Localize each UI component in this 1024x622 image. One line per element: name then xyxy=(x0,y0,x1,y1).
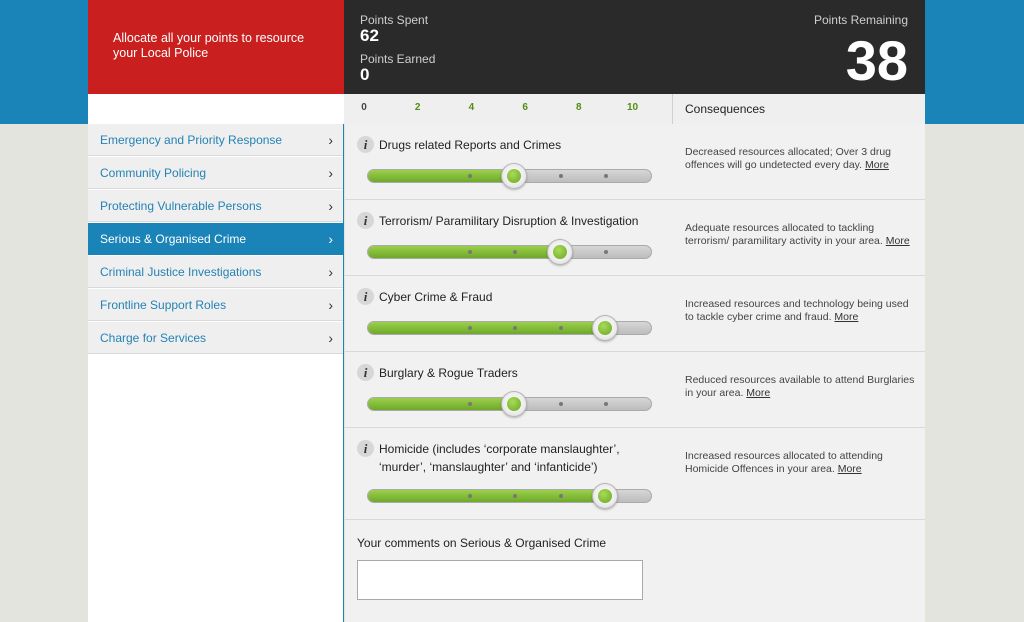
info-icon[interactable]: i xyxy=(357,136,374,153)
more-link[interactable]: More xyxy=(838,463,862,475)
budget-row: i Terrorism/ Paramilitary Disruption & In… xyxy=(345,200,925,276)
more-link[interactable]: More xyxy=(746,387,770,399)
comments-label: Your comments on Serious & Organised Cri… xyxy=(357,536,606,550)
sidebar-item-label: Charge for Services xyxy=(100,331,207,345)
sidebar-item[interactable]: Frontline Support Roles › xyxy=(88,289,343,321)
scale-tick: 4 xyxy=(468,102,475,113)
chevron-right-icon: › xyxy=(328,198,333,214)
chevron-right-icon: › xyxy=(328,165,333,181)
points-earned-value: 0 xyxy=(360,65,370,84)
chevron-right-icon: › xyxy=(328,264,333,280)
sidebar-item-label: Community Policing xyxy=(100,166,207,180)
sidebar-header-spacer xyxy=(88,94,344,124)
consequence-text: Increased resources and technology being… xyxy=(685,298,917,324)
consequence-text: Increased resources allocated to attendi… xyxy=(685,450,917,476)
slider-track[interactable] xyxy=(367,245,652,259)
slider-handle[interactable] xyxy=(546,239,573,265)
row-title: Homicide (includes ‘corporate manslaught… xyxy=(379,442,620,474)
instruction-panel: Allocate all your points to resource you… xyxy=(88,0,344,94)
slider-step-dot xyxy=(467,402,472,406)
slider-step-dot xyxy=(513,250,518,254)
slider-step-dot xyxy=(558,494,563,498)
sidebar-item[interactable]: Criminal Justice Investigations › xyxy=(88,256,343,288)
row-title: Drugs related Reports and Crimes xyxy=(379,138,562,152)
sidebar-nav: Emergency and Priority Response › Communit… xyxy=(88,124,344,622)
row-title: Cyber Crime & Fraud xyxy=(379,290,493,304)
more-link[interactable]: More xyxy=(834,311,858,323)
scale-tick: 6 xyxy=(522,102,528,113)
slider-step-dot xyxy=(558,402,563,406)
slider-step-dot xyxy=(513,494,518,498)
consequences-heading: Consequences xyxy=(673,94,925,124)
info-icon[interactable]: i xyxy=(357,212,374,229)
points-spent-label: Points Spent xyxy=(360,13,429,27)
info-icon[interactable]: i xyxy=(357,364,374,381)
consequence-text: Adequate resources allocated to tackling… xyxy=(685,222,917,248)
app: Allocate all your points to resource you… xyxy=(88,0,925,622)
slider-step-dot xyxy=(513,326,518,330)
slider-step-dot xyxy=(558,326,563,330)
slider-fill xyxy=(368,246,561,258)
scale-tick: 10 xyxy=(626,102,639,113)
sidebar-item-label: Emergency and Priority Response xyxy=(100,133,283,147)
consequence-description: Increased resources and technology being… xyxy=(685,298,909,323)
chevron-right-icon: › xyxy=(328,330,333,346)
slider-handle[interactable] xyxy=(501,391,528,417)
more-link[interactable]: More xyxy=(886,235,910,247)
chevron-right-icon: › xyxy=(328,132,333,148)
main-panel: Your comments on Serious & Organised Cri… xyxy=(345,124,925,622)
consequence-text: Decreased resources allocated; Over 3 dr… xyxy=(685,146,917,172)
slider-fill xyxy=(368,490,607,502)
chevron-right-icon: › xyxy=(328,231,333,247)
consequence-text: Reduced resources available to attend Bu… xyxy=(685,374,917,400)
row-title: Terrorism/ Paramilitary Disruption & Inv… xyxy=(379,214,639,228)
sidebar-item-label: Criminal Justice Investigations xyxy=(100,265,262,279)
slider-step-dot xyxy=(467,174,472,178)
points-remaining-value: 38 xyxy=(845,29,908,92)
chevron-right-icon: › xyxy=(328,297,333,313)
points-earned-label: Points Earned xyxy=(360,52,436,66)
sidebar-item-label: Serious & Organised Crime xyxy=(100,232,247,246)
sidebar-item[interactable]: Protecting Vulnerable Persons › xyxy=(88,190,343,222)
slider-step-dot xyxy=(604,250,609,254)
slider-step-dot xyxy=(558,174,563,178)
points-panel: Points Spent 62 Points Earned 0 Points R… xyxy=(344,0,925,94)
row-title: Burglary & Rogue Traders xyxy=(379,366,518,380)
sidebar-item-label: Frontline Support Roles xyxy=(100,298,227,312)
slider-step-dot xyxy=(467,326,472,330)
slider-fill xyxy=(368,170,516,182)
instruction-text: Allocate all your points to resource you… xyxy=(113,31,305,60)
sidebar-item[interactable]: Charge for Services › xyxy=(88,322,343,354)
slider-step-dot xyxy=(467,494,472,498)
scale-tick: 2 xyxy=(414,102,421,113)
info-icon[interactable]: i xyxy=(357,440,374,457)
sidebar-item[interactable]: Emergency and Priority Response › xyxy=(88,124,343,156)
slider-handle[interactable] xyxy=(592,483,619,509)
sidebar-item-label: Protecting Vulnerable Persons xyxy=(100,199,262,213)
slider-step-dot xyxy=(604,402,609,406)
points-spent-value: 62 xyxy=(360,26,379,45)
info-icon[interactable]: i xyxy=(357,288,374,305)
budget-row: i Drugs related Reports and Crimes Decreas… xyxy=(345,124,925,200)
comments-input[interactable] xyxy=(357,560,643,600)
sidebar-item[interactable]: Serious & Organised Crime › xyxy=(88,223,343,255)
slider-handle[interactable] xyxy=(592,315,619,341)
more-link[interactable]: More xyxy=(865,159,889,171)
consequence-description: Reduced resources available to attend Bu… xyxy=(685,374,915,399)
slider-step-dot xyxy=(467,250,472,254)
scale-tick: 8 xyxy=(576,102,582,113)
scale-header: 0 2 4 6 8 10 xyxy=(344,94,673,124)
budget-row: i Cyber Crime & Fraud Increased resources … xyxy=(345,276,925,352)
consequence-description: Adequate resources allocated to tackling… xyxy=(685,222,883,247)
scale-tick: 0 xyxy=(361,102,367,113)
slider-handle[interactable] xyxy=(501,163,528,189)
sidebar-item[interactable]: Community Policing › xyxy=(88,157,343,189)
consequence-description: Decreased resources allocated; Over 3 dr… xyxy=(685,146,892,171)
slider-fill xyxy=(368,322,607,334)
points-remaining-label: Points Remaining xyxy=(813,13,908,27)
budget-row: i Homicide (includes ‘corporate manslaugh… xyxy=(345,428,925,520)
slider-fill xyxy=(368,398,516,410)
budget-row: i Burglary & Rogue Traders Reduced resourc… xyxy=(345,352,925,428)
slider-step-dot xyxy=(604,174,609,178)
